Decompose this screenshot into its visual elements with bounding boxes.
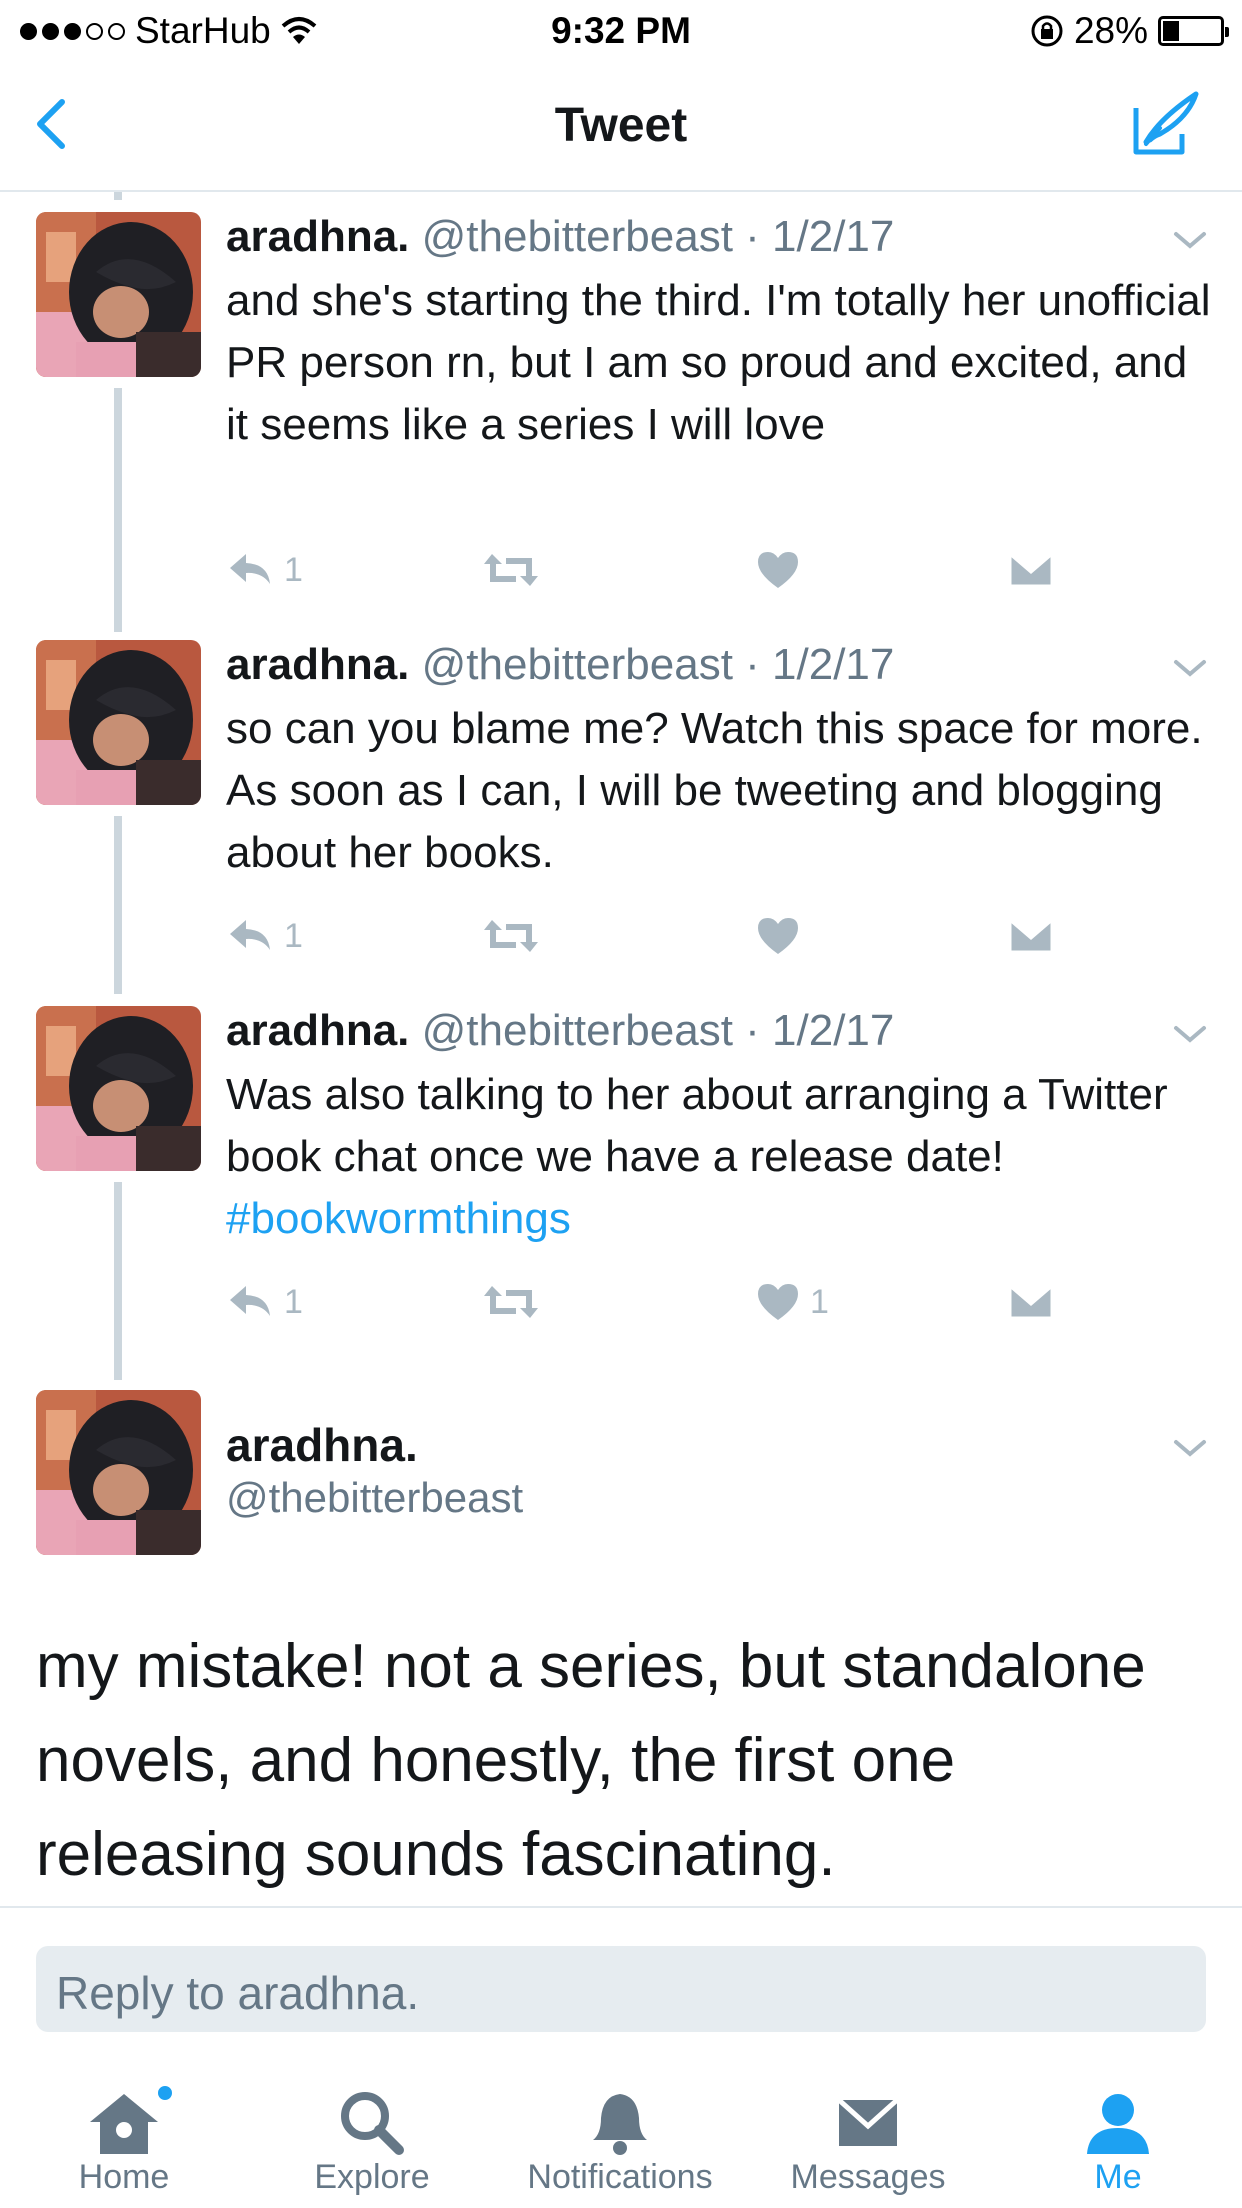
- tab-explore[interactable]: Explore: [248, 2058, 496, 2208]
- reply-icon: [230, 920, 270, 950]
- direct-message-button[interactable]: [1008, 540, 1054, 600]
- chevron-down-icon[interactable]: [1168, 646, 1212, 690]
- tab-me[interactable]: Me: [994, 2058, 1242, 2208]
- like-button[interactable]: [756, 906, 810, 966]
- envelope-icon: [1008, 552, 1054, 588]
- chevron-down-icon[interactable]: [1168, 1426, 1212, 1470]
- tweet-header: aradhna. @thebitterbeast · 1/2/17: [226, 212, 894, 262]
- heart-icon: [758, 552, 798, 588]
- reply-count: 1: [284, 916, 303, 955]
- direct-message-button[interactable]: [1008, 906, 1054, 966]
- tweet-text: Was also talking to her about arranging …: [226, 1064, 1216, 1250]
- bell-icon: [593, 2094, 647, 2155]
- main-tweet-text: my mistake! not a series, but standalone…: [36, 1632, 1146, 1889]
- display-name[interactable]: aradhna.: [226, 640, 409, 689]
- username[interactable]: @thebitterbeast: [422, 1006, 733, 1055]
- battery-percent: 28%: [1073, 10, 1148, 51]
- profile-icon: [1087, 2094, 1149, 2154]
- tweet-header: aradhna. @thebitterbeast · 1/2/17: [226, 1006, 894, 1056]
- retweet-icon: [484, 554, 538, 586]
- display-name[interactable]: aradhna.: [226, 212, 409, 261]
- like-button[interactable]: [756, 540, 810, 600]
- tweet-date: · 1/2/17: [745, 640, 895, 689]
- envelope-icon: [1008, 1284, 1054, 1320]
- tweet-text: so can you blame me? Watch this space fo…: [226, 704, 1203, 877]
- retweet-button[interactable]: [482, 906, 540, 966]
- retweet-icon: [484, 920, 538, 952]
- tweet-actions: 1 1: [226, 1272, 1126, 1332]
- tab-explore-label: Explore: [314, 2158, 430, 2196]
- tab-messages-label: Messages: [790, 2158, 946, 2196]
- chevron-down-icon[interactable]: [1168, 218, 1212, 262]
- nav-bar: Tweet: [0, 62, 1242, 192]
- chevron-down-icon[interactable]: [1168, 1012, 1212, 1056]
- tab-notifications-label: Notifications: [527, 2158, 713, 2196]
- envelope-icon: [1008, 918, 1054, 954]
- main-display-name[interactable]: aradhna.: [226, 1418, 418, 1472]
- main-username[interactable]: @thebitterbeast: [226, 1474, 523, 1522]
- tweet-date: · 1/2/17: [745, 212, 895, 261]
- notification-dot: [156, 2084, 174, 2102]
- avatar[interactable]: [36, 640, 201, 805]
- retweet-button[interactable]: [482, 540, 540, 600]
- thread-tweet[interactable]: aradhna. @thebitterbeast · 1/2/17 so can…: [0, 634, 1242, 994]
- reply-icon: [230, 1286, 270, 1316]
- tweet-date: · 1/2/17: [745, 1006, 895, 1055]
- reply-input[interactable]: Reply to aradhna.: [36, 1946, 1206, 2032]
- tab-notifications[interactable]: Notifications: [496, 2058, 744, 2208]
- tweet-actions: 1: [226, 906, 1126, 966]
- rotation-lock-icon: [1031, 15, 1063, 47]
- heart-icon: [758, 1284, 798, 1320]
- display-name[interactable]: aradhna.: [226, 1006, 409, 1055]
- tab-home[interactable]: Home: [0, 2058, 248, 2208]
- tab-bar: Home Explore Notifications Messages Me: [0, 2058, 1242, 2208]
- reply-button[interactable]: 1: [226, 1272, 303, 1332]
- envelope-icon: [837, 2098, 899, 2146]
- divider: [0, 1906, 1242, 1908]
- hashtag-link[interactable]: #bookwormthings: [226, 1194, 571, 1243]
- tab-home-label: Home: [78, 2158, 170, 2196]
- status-bar: StarHub 9:32 PM 28%: [0, 0, 1242, 62]
- tweet-actions: 1: [226, 540, 1126, 600]
- thread-tweet[interactable]: aradhna. @thebitterbeast · 1/2/17 and sh…: [0, 206, 1242, 626]
- direct-message-button[interactable]: [1008, 1272, 1054, 1332]
- battery-icon: [1158, 16, 1229, 46]
- reply-icon: [230, 554, 270, 584]
- search-icon: [341, 2092, 404, 2155]
- reply-button[interactable]: 1: [226, 906, 303, 966]
- home-icon: [90, 2094, 158, 2154]
- tweet-header: aradhna. @thebitterbeast · 1/2/17: [226, 640, 894, 690]
- username[interactable]: @thebitterbeast: [422, 640, 733, 689]
- thread-connector: [114, 192, 122, 200]
- thread-tweet[interactable]: aradhna. @thebitterbeast · 1/2/17 Was al…: [0, 1000, 1242, 1370]
- tweet-text: and she's starting the third. I'm totall…: [226, 276, 1211, 449]
- heart-icon: [758, 918, 798, 954]
- compose-tweet-icon[interactable]: [1130, 88, 1202, 160]
- avatar[interactable]: [36, 1006, 201, 1171]
- like-button[interactable]: 1: [756, 1272, 829, 1332]
- tab-me-label: Me: [1094, 2158, 1142, 2196]
- avatar[interactable]: [36, 1390, 201, 1555]
- reply-button[interactable]: 1: [226, 540, 303, 600]
- like-count: 1: [810, 1282, 829, 1321]
- username[interactable]: @thebitterbeast: [422, 212, 733, 261]
- reply-count: 1: [284, 1282, 303, 1321]
- avatar[interactable]: [36, 212, 201, 377]
- tab-messages[interactable]: Messages: [744, 2058, 992, 2208]
- status-right: 28%: [1030, 10, 1229, 52]
- page-title: Tweet: [554, 99, 688, 152]
- retweet-button[interactable]: [482, 1272, 540, 1332]
- retweet-icon: [484, 1286, 538, 1318]
- tweet-text-body: Was also talking to her about arranging …: [226, 1070, 1168, 1181]
- reply-count: 1: [284, 550, 303, 589]
